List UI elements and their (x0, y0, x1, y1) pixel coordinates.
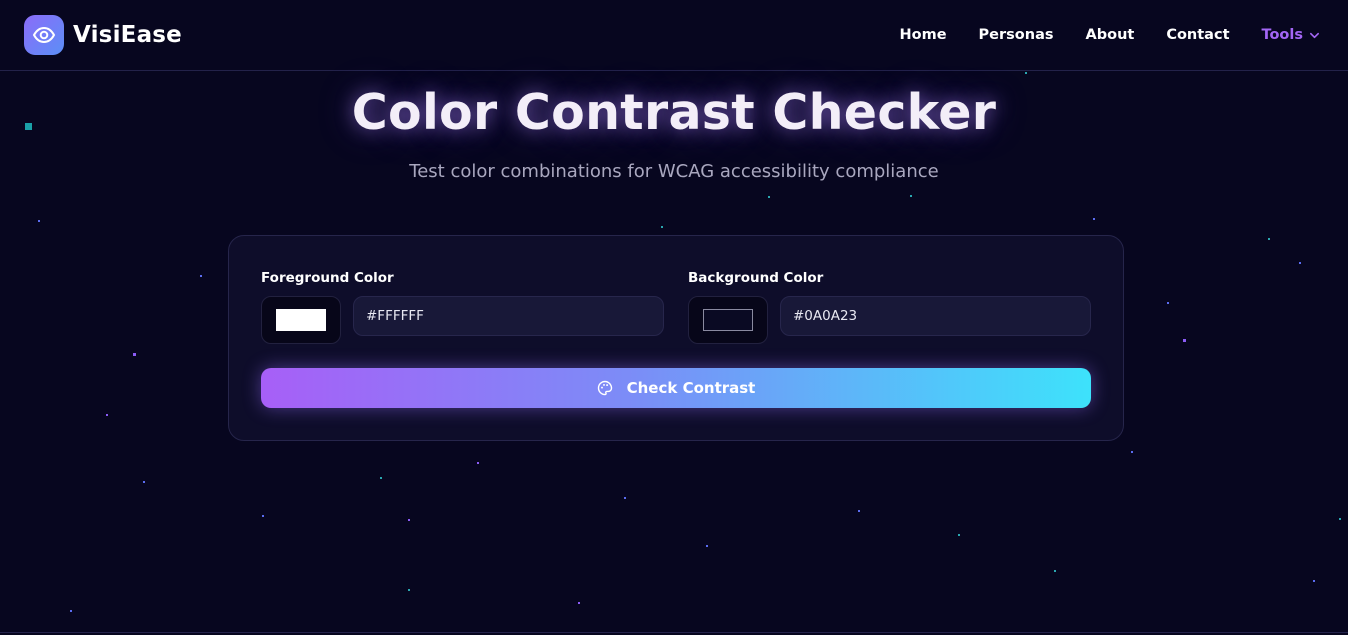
star (706, 545, 708, 547)
page: VisiEase Home Personas About Contact Too… (0, 0, 1348, 635)
eye-icon (24, 15, 64, 55)
star (958, 534, 960, 536)
foreground-hex-input[interactable] (353, 296, 664, 336)
brand[interactable]: VisiEase (24, 15, 182, 55)
star (133, 353, 136, 356)
star (477, 462, 479, 464)
star (262, 515, 264, 517)
background-color-label: Background Color (688, 270, 824, 286)
top-navbar: VisiEase Home Personas About Contact Too… (0, 0, 1348, 71)
star (200, 275, 202, 277)
nav-home[interactable]: Home (900, 27, 947, 43)
foreground-swatch (276, 309, 326, 331)
bottom-divider (0, 632, 1348, 633)
star (661, 226, 663, 228)
foreground-color-label: Foreground Color (261, 270, 394, 286)
nav-tools-label: Tools (1261, 27, 1304, 43)
star (1131, 451, 1133, 453)
brand-name: VisiEase (73, 22, 182, 48)
star (1268, 238, 1270, 240)
star (1299, 262, 1301, 264)
star (910, 195, 912, 197)
star (1054, 570, 1056, 572)
star (1093, 218, 1095, 220)
star (38, 220, 40, 222)
star (1167, 302, 1169, 304)
nav-tools-dropdown[interactable]: Tools (1262, 27, 1321, 43)
nav-contact[interactable]: Contact (1166, 27, 1229, 43)
nav-personas[interactable]: Personas (979, 27, 1054, 43)
nav-about[interactable]: About (1086, 27, 1135, 43)
chevron-down-icon (1310, 32, 1319, 38)
star (1339, 518, 1341, 520)
star (1313, 580, 1315, 582)
star (408, 589, 410, 591)
check-contrast-button[interactable]: Check Contrast (261, 368, 1091, 408)
check-contrast-label: Check Contrast (626, 379, 756, 397)
palette-icon (597, 380, 612, 396)
star (578, 602, 580, 604)
main-nav: Home Personas About Contact Tools (900, 27, 1325, 43)
star (143, 481, 145, 483)
star (768, 196, 770, 198)
star (1025, 72, 1027, 74)
star (106, 414, 108, 416)
background-hex-input[interactable] (780, 296, 1091, 336)
background-color-picker[interactable] (688, 296, 768, 344)
star (408, 519, 410, 521)
contrast-checker-card: Foreground Color Background Color Check … (228, 235, 1124, 441)
foreground-color-picker[interactable] (261, 296, 341, 344)
page-subtitle: Test color combinations for WCAG accessi… (409, 161, 939, 182)
page-title: Color Contrast Checker (351, 84, 997, 141)
background-swatch (703, 309, 753, 331)
star (1183, 339, 1186, 342)
star (858, 510, 860, 512)
star (624, 497, 626, 499)
star (70, 610, 72, 612)
star (380, 477, 382, 479)
